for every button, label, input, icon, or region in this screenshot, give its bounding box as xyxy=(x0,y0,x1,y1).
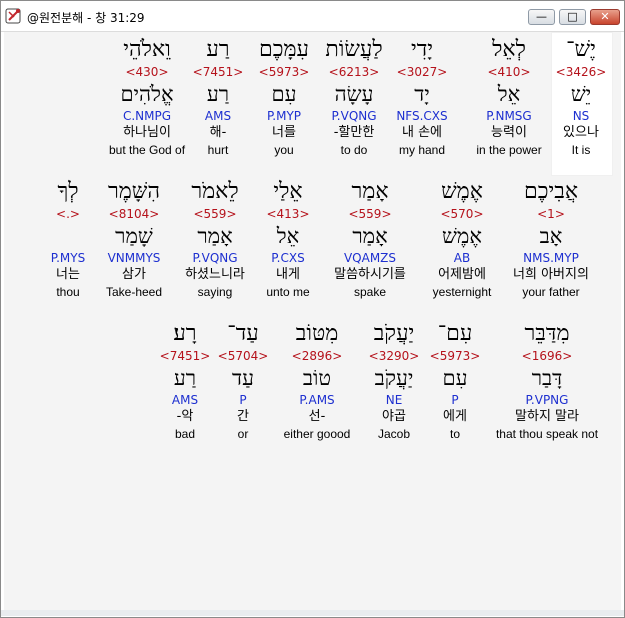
word-cell[interactable]: אֲבִיכֶם <1> אָב NMS.MYP 너희 아버지의 your father xyxy=(491,178,611,300)
word-cell[interactable]: מִדַּבֵּר <1696> דָּבַר P.VPNG 말하지 말라 that th… xyxy=(487,320,607,442)
minimize-icon: — xyxy=(536,10,547,23)
verse-analysis-panel: וֵאלֹהֵי <430> אֱלֹהִים C.NMPG 하나님이 but the G… xyxy=(4,32,621,612)
morphology-code: NS xyxy=(572,109,590,123)
english-gloss: your father xyxy=(522,285,580,299)
app-icon xyxy=(5,8,21,24)
lemma-word: דָּבַר xyxy=(531,366,563,390)
strong-number: <1> xyxy=(537,207,565,221)
korean-gloss: 말하지 말라 xyxy=(515,409,579,424)
bottom-edge xyxy=(1,610,624,616)
hebrew-word: מִדַּבֵּר xyxy=(524,321,570,346)
close-icon: ✕ xyxy=(600,10,610,23)
morphology-code: NMS.MYP xyxy=(523,251,579,265)
title-bar[interactable]: @원전분해 - 창 31:29 — □ ✕ xyxy=(1,1,624,32)
word-cell[interactable]: יֶשׁ־ <3426> יֵשׁ NS 있으나 It is xyxy=(521,36,621,158)
korean-gloss: 있으나 xyxy=(563,125,599,140)
lemma-word: יֵשׁ xyxy=(570,82,592,106)
hebrew-word: אֲבִיכֶם xyxy=(523,179,579,204)
close-button[interactable]: ✕ xyxy=(590,9,620,25)
minimize-button[interactable]: — xyxy=(528,9,555,25)
morphology-code: P.VPNG xyxy=(525,393,569,407)
english-gloss: It is xyxy=(571,143,591,157)
hebrew-word: יֶשׁ־ xyxy=(566,37,596,62)
lemma-word: אָב xyxy=(539,224,563,248)
app-window: @원전분해 - 창 31:29 — □ ✕ וֵאלֹהֵי <430> אֱלֹה… xyxy=(0,0,625,618)
strong-number: <1696> xyxy=(521,349,573,363)
english-gloss: that thou speak not xyxy=(495,427,599,441)
korean-gloss: 너희 아버지의 xyxy=(513,267,589,282)
strong-number: <3426> xyxy=(555,65,607,79)
maximize-icon: □ xyxy=(567,10,578,23)
maximize-button[interactable]: □ xyxy=(559,9,586,25)
window-title: @원전분해 - 창 31:29 xyxy=(27,11,145,25)
